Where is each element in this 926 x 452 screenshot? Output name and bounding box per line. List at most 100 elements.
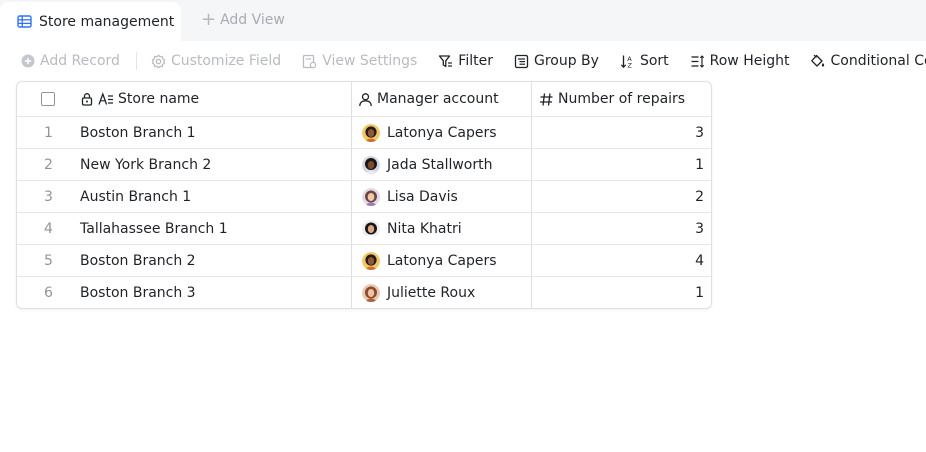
repairs-cell[interactable]: 2 xyxy=(532,181,711,212)
view-settings-label: View Settings xyxy=(322,53,418,69)
manager-name: Lisa Davis xyxy=(387,188,458,205)
table-row[interactable]: 6 Boston Branch 3 Juliette Roux 1 xyxy=(17,277,711,308)
group-by-button[interactable]: Group By xyxy=(514,53,599,69)
add-record-button[interactable]: Add Record xyxy=(20,53,120,69)
add-view-button[interactable]: + Add View xyxy=(201,9,285,30)
repairs-value: 3 xyxy=(695,220,704,237)
avatar-latonya xyxy=(362,123,380,142)
avatar-nita xyxy=(362,219,380,238)
sort-label: Sort xyxy=(639,53,669,69)
row-index: 6 xyxy=(44,285,53,301)
filter-button[interactable]: Filter xyxy=(438,53,493,69)
tab-store-management[interactable]: Store management xyxy=(0,2,181,41)
lock-icon xyxy=(80,92,94,106)
store-name-value: Boston Branch 1 xyxy=(80,124,196,141)
table-row[interactable]: 2 New York Branch 2 Jada Stallworth 1 xyxy=(17,149,711,181)
add-circle-icon xyxy=(20,54,35,69)
table-row[interactable]: 3 Austin Branch 1 Lisa Davis 2 xyxy=(17,181,711,213)
records-grid: Store name Manager account Number of rep… xyxy=(16,81,712,309)
avatar-jada xyxy=(362,155,380,174)
view-toolbar: Add Record Customize Field View Settings… xyxy=(20,51,926,71)
row-index-cell: 4 xyxy=(17,213,80,244)
manager-name: Latonya Capers xyxy=(387,252,497,269)
number-hash-icon xyxy=(539,92,554,107)
text-field-icon xyxy=(98,92,114,106)
store-name-cell[interactable]: Boston Branch 1 xyxy=(80,117,352,148)
store-name-value: Tallahassee Branch 1 xyxy=(80,220,228,237)
row-index-cell: 6 xyxy=(17,277,80,308)
svg-text:Z: Z xyxy=(627,61,632,68)
repairs-value: 1 xyxy=(695,156,704,173)
table-row[interactable]: 5 Boston Branch 2 Latonya Capers 4 xyxy=(17,245,711,277)
repairs-cell[interactable]: 3 xyxy=(532,213,711,244)
table-header-row: Store name Manager account Number of rep… xyxy=(17,82,711,117)
plus-icon: + xyxy=(201,9,217,30)
row-index: 2 xyxy=(44,156,53,173)
customize-field-label: Customize Field xyxy=(170,53,282,69)
store-name-value: Boston Branch 3 xyxy=(80,285,196,301)
manager-cell[interactable]: Juliette Roux xyxy=(352,277,532,308)
manager-cell[interactable]: Latonya Capers xyxy=(352,117,532,148)
store-name-value: Austin Branch 1 xyxy=(80,188,192,205)
sort-button[interactable]: AZ Sort xyxy=(620,53,669,69)
manager-cell[interactable]: Lisa Davis xyxy=(352,181,532,212)
row-index: 5 xyxy=(44,252,53,269)
repairs-cell[interactable]: 4 xyxy=(532,245,711,276)
filter-icon xyxy=(438,54,453,69)
store-name-cell[interactable]: New York Branch 2 xyxy=(80,149,352,180)
manager-cell[interactable]: Nita Khatri xyxy=(352,213,532,244)
row-index: 4 xyxy=(44,220,53,237)
header-select-cell xyxy=(17,82,80,116)
manager-cell[interactable]: Latonya Capers xyxy=(352,245,532,276)
person-icon xyxy=(358,92,373,107)
view-settings-button[interactable]: View Settings xyxy=(302,53,417,69)
customize-field-button[interactable]: Customize Field xyxy=(151,53,281,69)
repairs-value: 2 xyxy=(695,188,704,205)
repairs-cell[interactable]: 1 xyxy=(532,277,711,308)
store-name-value: New York Branch 2 xyxy=(80,156,212,173)
row-index-cell: 1 xyxy=(17,117,80,148)
filter-label: Filter xyxy=(458,53,493,69)
view-tab-bar: Store management + Add View xyxy=(0,0,926,41)
store-name-cell[interactable]: Tallahassee Branch 1 xyxy=(80,213,352,244)
column-header-store-name[interactable]: Store name xyxy=(80,82,352,116)
row-height-label: Row Height xyxy=(709,53,790,69)
number-of-repairs-header-label: Number of repairs xyxy=(558,91,686,107)
row-index: 3 xyxy=(44,188,53,205)
conditional-coloring-label: Conditional Coloring xyxy=(830,53,926,69)
manager-name: Jada Stallworth xyxy=(387,156,493,173)
group-icon xyxy=(514,54,529,69)
select-all-checkbox[interactable] xyxy=(40,92,55,106)
manager-name: Latonya Capers xyxy=(387,124,497,141)
row-index-cell: 2 xyxy=(17,149,80,180)
avatar-lisa xyxy=(362,187,380,206)
store-name-cell[interactable]: Boston Branch 2 xyxy=(80,245,352,276)
store-name-cell[interactable]: Austin Branch 1 xyxy=(80,181,352,212)
manager-cell[interactable]: Jada Stallworth xyxy=(352,149,532,180)
toolbar-divider xyxy=(135,52,137,70)
row-index-cell: 5 xyxy=(17,245,80,276)
column-header-number-of-repairs[interactable]: Number of repairs xyxy=(532,82,711,116)
table-grid-icon xyxy=(17,14,32,29)
row-height-button[interactable]: Row Height xyxy=(690,53,790,69)
row-height-icon xyxy=(690,54,705,69)
avatar-latonya xyxy=(362,251,380,270)
add-view-label: Add View xyxy=(220,12,285,28)
conditional-coloring-button[interactable]: Conditional Coloring xyxy=(810,53,926,69)
table-row[interactable]: 4 Tallahassee Branch 1 Nita Khatri 3 xyxy=(17,213,711,245)
store-name-cell[interactable]: Boston Branch 3 xyxy=(80,277,352,308)
store-name-header-label: Store name xyxy=(118,91,200,107)
row-index-cell: 3 xyxy=(17,181,80,212)
repairs-cell[interactable]: 3 xyxy=(532,117,711,148)
repairs-cell[interactable]: 1 xyxy=(532,149,711,180)
manager-account-header-label: Manager account xyxy=(377,91,499,107)
column-header-manager-account[interactable]: Manager account xyxy=(352,82,532,116)
gear-icon xyxy=(151,54,166,69)
store-name-value: Boston Branch 2 xyxy=(80,252,196,269)
manager-name: Juliette Roux xyxy=(387,285,476,301)
repairs-value: 4 xyxy=(695,252,704,269)
sort-icon: AZ xyxy=(620,54,635,69)
avatar-juliette xyxy=(362,284,380,302)
row-index: 1 xyxy=(44,124,53,141)
table-row[interactable]: 1 Boston Branch 1 Latonya Capers 3 xyxy=(17,117,711,149)
